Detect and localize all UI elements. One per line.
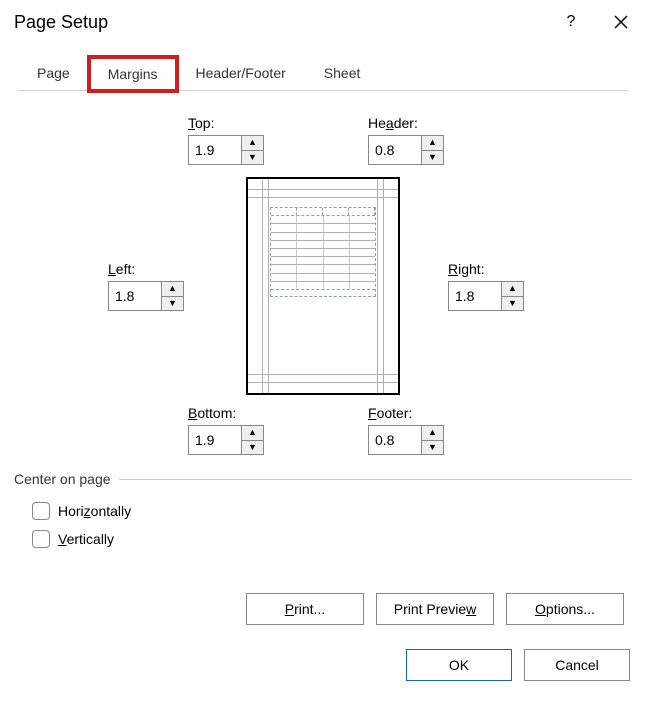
bottom-label: Bottom:: [188, 405, 278, 421]
top-spin-down[interactable]: ▼: [242, 151, 263, 165]
footer-spin-down[interactable]: ▼: [422, 441, 443, 455]
vertically-checkbox[interactable]: Vertically: [32, 525, 632, 553]
top-input[interactable]: [189, 136, 241, 164]
header-spinner[interactable]: ▲ ▼: [368, 135, 444, 165]
right-label: Right:: [448, 261, 538, 277]
ok-button[interactable]: OK: [406, 649, 512, 681]
checkbox-icon: [32, 530, 50, 548]
header-label: Header:: [368, 115, 458, 131]
dialog-footer: OK Cancel: [0, 633, 646, 681]
tab-margins[interactable]: Margins: [89, 57, 177, 91]
bottom-input[interactable]: [189, 426, 241, 454]
help-button[interactable]: ?: [546, 2, 596, 42]
right-spin-up[interactable]: ▲: [502, 282, 523, 297]
header-spin-up[interactable]: ▲: [422, 136, 443, 151]
left-input[interactable]: [109, 282, 161, 310]
footer-input[interactable]: [369, 426, 421, 454]
tab-header-footer[interactable]: Header/Footer: [177, 56, 305, 90]
help-icon: ?: [567, 13, 576, 31]
horizontally-checkbox[interactable]: Horizontally: [32, 497, 632, 525]
horizontally-label: Horizontally: [58, 503, 131, 519]
left-spinner[interactable]: ▲ ▼: [108, 281, 184, 311]
titlebar: Page Setup ?: [0, 0, 646, 44]
vertically-label: Vertically: [58, 531, 114, 547]
top-label: Top:: [188, 115, 278, 131]
bottom-spin-up[interactable]: ▲: [242, 426, 263, 441]
top-spinner[interactable]: ▲ ▼: [188, 135, 264, 165]
right-input[interactable]: [449, 282, 501, 310]
close-button[interactable]: [596, 2, 646, 42]
print-preview-button[interactable]: Print Preview: [376, 593, 494, 625]
footer-label: Footer:: [368, 405, 458, 421]
top-spin-up[interactable]: ▲: [242, 136, 263, 151]
group-divider: [119, 479, 632, 480]
bottom-spinner[interactable]: ▲ ▼: [188, 425, 264, 455]
checkbox-icon: [32, 502, 50, 520]
footer-spin-up[interactable]: ▲: [422, 426, 443, 441]
tab-page[interactable]: Page: [18, 56, 89, 90]
right-spinner[interactable]: ▲ ▼: [448, 281, 524, 311]
left-spin-down[interactable]: ▼: [162, 297, 183, 311]
preview-table-icon: [270, 207, 376, 297]
close-icon: [614, 15, 628, 29]
print-button[interactable]: Print...: [246, 593, 364, 625]
tab-sheet[interactable]: Sheet: [305, 56, 380, 90]
dialog-title: Page Setup: [14, 12, 546, 33]
top-label-rest: op:: [195, 115, 214, 131]
cancel-button[interactable]: Cancel: [524, 649, 630, 681]
header-input[interactable]: [369, 136, 421, 164]
center-on-page-group: Center on page Horizontally Vertically: [10, 471, 636, 553]
bottom-spin-down[interactable]: ▼: [242, 441, 263, 455]
right-spin-down[interactable]: ▼: [502, 297, 523, 311]
footer-spinner[interactable]: ▲ ▼: [368, 425, 444, 455]
center-on-page-title: Center on page: [14, 471, 111, 487]
options-button[interactable]: Options...: [506, 593, 624, 625]
margins-panel: Top: ▲ ▼ Header: ▲ ▼ Left:: [0, 91, 646, 625]
header-spin-down[interactable]: ▼: [422, 151, 443, 165]
left-spin-up[interactable]: ▲: [162, 282, 183, 297]
left-label: Left:: [108, 261, 198, 277]
page-preview: [246, 177, 400, 395]
tabs: Page Margins Header/Footer Sheet: [0, 56, 646, 91]
action-buttons: Print... Print Preview Options...: [10, 553, 636, 625]
